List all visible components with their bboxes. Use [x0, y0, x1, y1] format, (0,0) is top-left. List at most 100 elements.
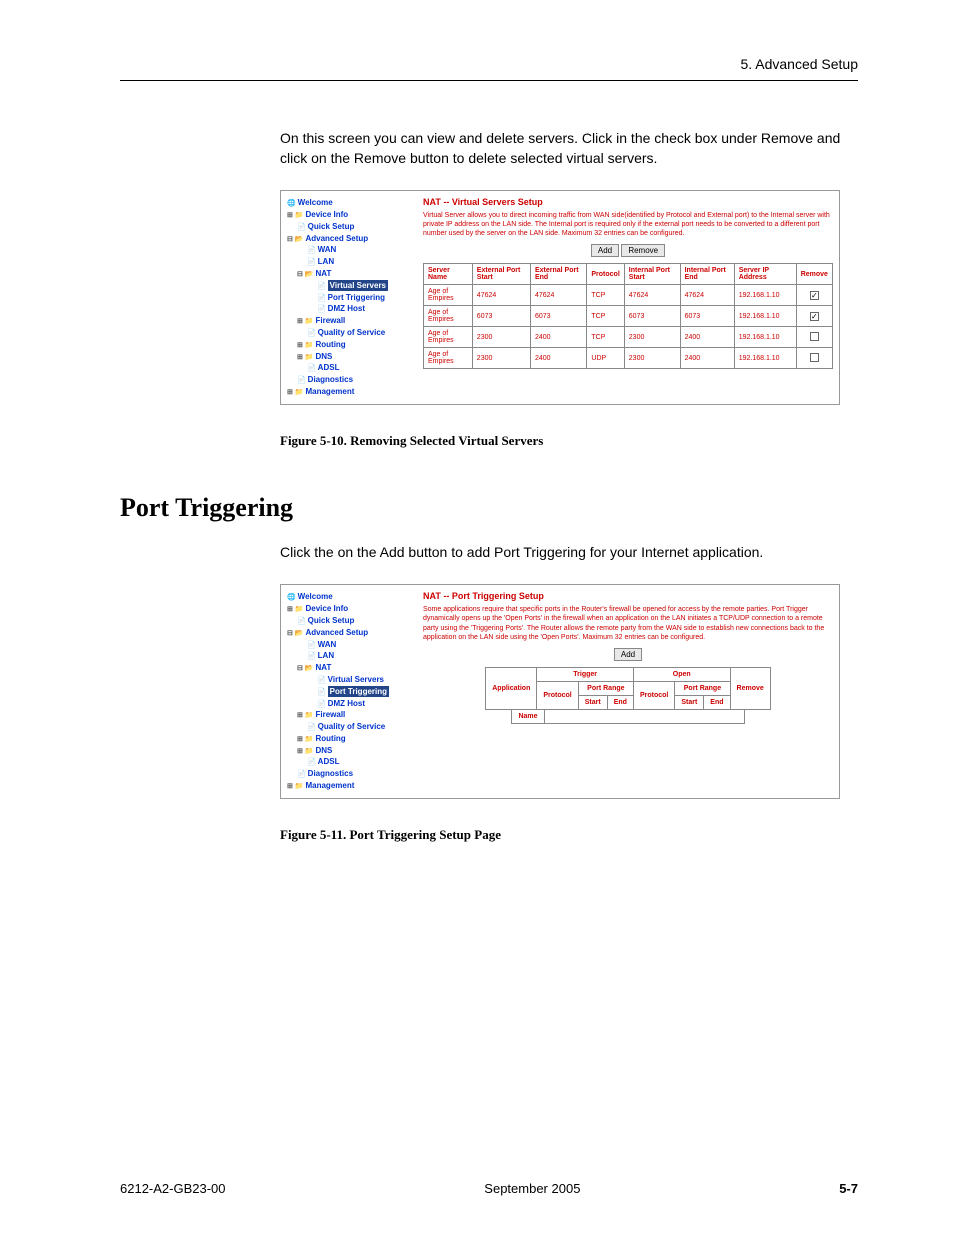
- col-port-range: Port Range: [675, 681, 730, 695]
- remove-checkbox[interactable]: [810, 353, 819, 362]
- tree-label: Device Info: [305, 210, 348, 219]
- tree-adsl[interactable]: ADSL: [287, 362, 417, 374]
- tree-advanced-setup[interactable]: Advanced Setup: [287, 233, 417, 245]
- tree-label: DNS: [315, 746, 332, 755]
- tree-wan[interactable]: WAN: [287, 639, 417, 651]
- tree-firewall[interactable]: Firewall: [287, 315, 417, 327]
- cell: TCP: [587, 327, 624, 348]
- tree-diagnostics[interactable]: Diagnostics: [287, 374, 417, 386]
- figure-5-10-caption: Figure 5-10. Removing Selected Virtual S…: [280, 433, 858, 449]
- tree-dns[interactable]: DNS: [287, 351, 417, 363]
- table-row: Age of Empires60736073TCP60736073192.168…: [424, 306, 833, 327]
- tree-welcome[interactable]: Welcome: [287, 197, 417, 209]
- tree-dmz-host[interactable]: DMZ Host: [287, 303, 417, 315]
- tree-label: Management: [305, 781, 354, 790]
- tree-label: Virtual Servers: [328, 280, 388, 291]
- tree-lan[interactable]: LAN: [287, 650, 417, 662]
- tree-management[interactable]: Management: [287, 780, 417, 792]
- tree-nat[interactable]: NAT: [287, 662, 417, 674]
- remove-checkbox[interactable]: [810, 291, 819, 300]
- tree-device-info[interactable]: Device Info: [287, 209, 417, 221]
- tree-diagnostics[interactable]: Diagnostics: [287, 768, 417, 780]
- tree-label: Advanced Setup: [305, 628, 368, 637]
- tree-quick-setup[interactable]: Quick Setup: [287, 221, 417, 233]
- tree-qos[interactable]: Quality of Service: [287, 327, 417, 339]
- tree-port-triggering[interactable]: Port Triggering: [287, 686, 417, 698]
- col-int-end: Internal Port End: [680, 264, 734, 285]
- virtual-servers-table: Server Name External Port Start External…: [423, 263, 833, 369]
- cell: 47624: [624, 285, 680, 306]
- pt-desc: Some applications require that specific …: [423, 605, 833, 641]
- cell: Age of Empires: [424, 306, 473, 327]
- tree-routing[interactable]: Routing: [287, 339, 417, 351]
- cell: 6073: [472, 306, 530, 327]
- tree-qos[interactable]: Quality of Service: [287, 721, 417, 733]
- tree-label: Routing: [315, 734, 345, 743]
- tree-adsl[interactable]: ADSL: [287, 756, 417, 768]
- table-row: Age of Empires23002400TCP23002400192.168…: [424, 327, 833, 348]
- col-application: Application: [486, 667, 537, 709]
- cell: 6073: [530, 306, 586, 327]
- cell: 192.168.1.10: [734, 348, 796, 369]
- table-row: Age of Empires4762447624TCP4762447624192…: [424, 285, 833, 306]
- footer-center: September 2005: [484, 1181, 580, 1196]
- cell: UDP: [587, 348, 624, 369]
- remove-cell: [796, 285, 832, 306]
- col-protocol: Protocol: [537, 681, 578, 709]
- col-ext-start: External Port Start: [472, 264, 530, 285]
- col-start: Start: [578, 695, 607, 709]
- remove-button[interactable]: Remove: [621, 244, 665, 257]
- tree-welcome[interactable]: Welcome: [287, 591, 417, 603]
- col-remove: Remove: [730, 667, 770, 709]
- screenshot-port-triggering: Welcome Device Info Quick Setup Advanced…: [280, 584, 840, 799]
- remove-cell: [796, 348, 832, 369]
- col-ext-end: External Port End: [530, 264, 586, 285]
- col-remove: Remove: [796, 264, 832, 285]
- table-row: Age of Empires23002400UDP23002400192.168…: [424, 348, 833, 369]
- col-int-start: Internal Port Start: [624, 264, 680, 285]
- tree-nat[interactable]: NAT: [287, 268, 417, 280]
- cell: 2300: [472, 348, 530, 369]
- remove-cell: [796, 306, 832, 327]
- cell: 6073: [680, 306, 734, 327]
- screenshot-virtual-servers: Welcome Device Info Quick Setup Advanced…: [280, 190, 840, 405]
- tree-quick-setup[interactable]: Quick Setup: [287, 615, 417, 627]
- col-port-range: Port Range: [578, 681, 633, 695]
- col-open: Open: [633, 667, 730, 681]
- tree-firewall[interactable]: Firewall: [287, 709, 417, 721]
- tree-port-triggering[interactable]: Port Triggering: [287, 292, 417, 304]
- col-trigger: Trigger: [537, 667, 634, 681]
- tree-management[interactable]: Management: [287, 386, 417, 398]
- page-footer: 6212-A2-GB23-00 September 2005 5-7: [120, 1181, 858, 1196]
- tree-dmz-host[interactable]: DMZ Host: [287, 698, 417, 710]
- remove-checkbox[interactable]: [810, 332, 819, 341]
- remove-checkbox[interactable]: [810, 312, 819, 321]
- tree-advanced-setup[interactable]: Advanced Setup: [287, 627, 417, 639]
- cell: 192.168.1.10: [734, 327, 796, 348]
- tree-virtual-servers[interactable]: Virtual Servers: [287, 280, 417, 292]
- tree-wan[interactable]: WAN: [287, 244, 417, 256]
- footer-page-number: 5-7: [839, 1181, 858, 1196]
- tree-dns[interactable]: DNS: [287, 745, 417, 757]
- tree-label: Advanced Setup: [305, 234, 368, 243]
- paragraph-2: Click the on the Add button to add Port …: [280, 543, 858, 563]
- tree-label: Routing: [315, 340, 345, 349]
- add-button[interactable]: Add: [591, 244, 619, 257]
- cell: 2300: [472, 327, 530, 348]
- footer-left: 6212-A2-GB23-00: [120, 1181, 226, 1196]
- tree-device-info[interactable]: Device Info: [287, 603, 417, 615]
- cell: 6073: [624, 306, 680, 327]
- cell: 192.168.1.10: [734, 306, 796, 327]
- col-start: Start: [675, 695, 704, 709]
- cell: 47624: [530, 285, 586, 306]
- tree-routing[interactable]: Routing: [287, 733, 417, 745]
- header-rule: [120, 80, 858, 81]
- cell: 47624: [680, 285, 734, 306]
- paragraph-1: On this screen you can view and delete s…: [280, 129, 858, 168]
- tree-label: Management: [305, 387, 354, 396]
- add-button[interactable]: Add: [614, 648, 642, 661]
- tree-virtual-servers[interactable]: Virtual Servers: [287, 674, 417, 686]
- heading-port-triggering: Port Triggering: [120, 493, 858, 523]
- cell: TCP: [587, 306, 624, 327]
- tree-lan[interactable]: LAN: [287, 256, 417, 268]
